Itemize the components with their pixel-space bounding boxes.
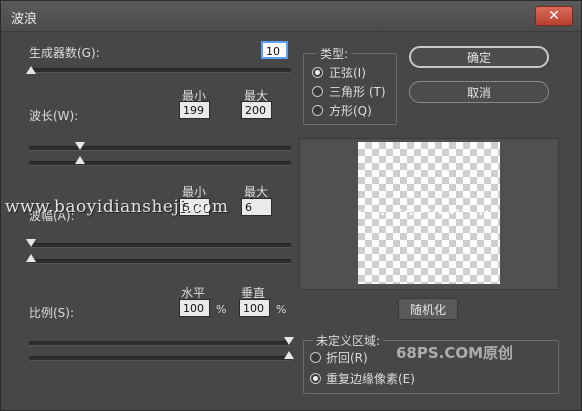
cancel-button[interactable]: 取消 [409, 81, 549, 103]
site-watermark: www.baoyidiansheji.com [5, 197, 229, 217]
close-icon: ✕ [548, 8, 560, 24]
scale-horizontal-unit: % [216, 303, 227, 316]
scale-horizontal-input[interactable]: 100 [179, 299, 210, 317]
scale-vertical-unit: % [276, 303, 287, 316]
type-triangle-radio[interactable] [312, 86, 323, 97]
type-square-label[interactable]: 方形(Q) [329, 102, 372, 119]
brand-watermark: 68PS.COM原创 [396, 344, 514, 362]
amplitude-max-input[interactable]: 6 [241, 198, 272, 216]
wrap-around-label[interactable]: 折回(R) [326, 349, 368, 366]
scale-vertical-slider-track[interactable] [29, 356, 291, 361]
repeat-edge-pixels-radio[interactable] [310, 373, 321, 384]
generators-input[interactable]: 10 [261, 41, 288, 59]
randomize-button[interactable]: 随机化 [398, 298, 458, 320]
type-sine-label[interactable]: 正弦(I) [329, 64, 366, 81]
scale-horizontal-slider-track[interactable] [29, 341, 291, 346]
type-triangle-label[interactable]: 三角形 (T) [329, 83, 386, 100]
dialog-title: 波浪 [11, 12, 38, 27]
amplitude-max-slider-thumb[interactable] [26, 254, 36, 262]
preview-panel [299, 138, 559, 290]
amplitude-min-slider-thumb[interactable] [26, 239, 36, 247]
generators-label: 生成器数(G): [29, 46, 100, 60]
wavelength-max-input[interactable]: 200 [241, 101, 272, 119]
generators-slider-thumb[interactable] [26, 66, 36, 74]
close-button[interactable]: ✕ [535, 6, 573, 26]
wavelength-min-slider-track[interactable] [29, 146, 291, 151]
generators-slider-track[interactable] [29, 68, 291, 73]
type-sine-radio[interactable] [312, 67, 323, 78]
scale-label: 比例(S): [29, 306, 75, 320]
ok-button[interactable]: 确定 [409, 46, 549, 68]
wavelength-label: 波长(W): [29, 109, 79, 123]
type-square-radio[interactable] [312, 105, 323, 116]
wavelength-max-slider-track[interactable] [29, 161, 291, 166]
type-group-title: 类型: [317, 45, 352, 62]
wavelength-max-slider-thumb[interactable] [75, 156, 85, 164]
title-bar[interactable]: 波浪 ✕ [1, 1, 581, 32]
wavelength-min-slider-thumb[interactable] [75, 142, 85, 150]
wrap-around-radio[interactable] [310, 352, 321, 363]
scale-vertical-input[interactable]: 100 [239, 299, 270, 317]
wave-preview-line [358, 209, 500, 215]
undefined-area-title: 未定义区域: [313, 332, 384, 349]
wave-dialog: 波浪 ✕ 生成器数(G): 10 最小 最大 波长(W): 199 200 最小… [0, 0, 582, 411]
repeat-edge-pixels-label[interactable]: 重复边缘像素(E) [326, 370, 415, 387]
scale-horizontal-slider-thumb[interactable] [284, 337, 294, 345]
wavelength-min-input[interactable]: 199 [179, 101, 210, 119]
amplitude-max-slider-track[interactable] [29, 259, 291, 264]
preview-image [358, 142, 500, 284]
scale-vertical-slider-thumb[interactable] [284, 351, 294, 359]
amplitude-min-slider-track[interactable] [29, 243, 291, 248]
